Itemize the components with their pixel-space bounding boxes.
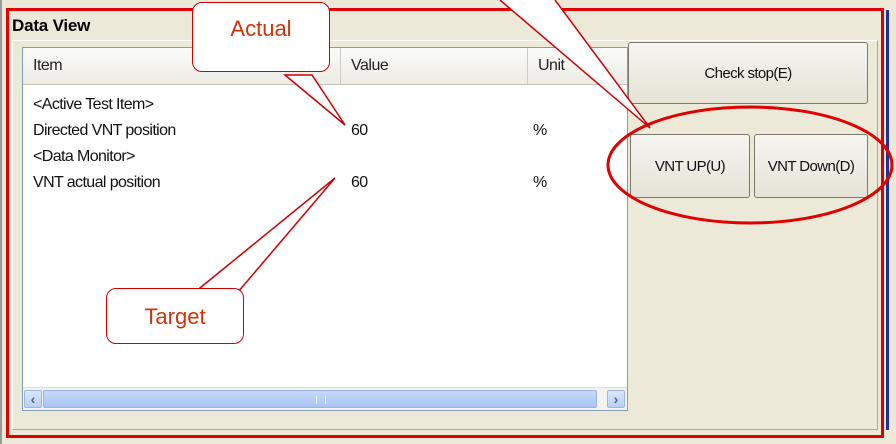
list-row[interactable]: <Data Monitor> (23, 144, 627, 170)
grip-icon (316, 396, 326, 404)
row-item: VNT actual position (33, 174, 161, 191)
scroll-thumb[interactable] (43, 390, 597, 408)
scroll-left-arrow-icon[interactable]: ‹ (24, 390, 42, 408)
list-row[interactable]: Directed VNT position 60 % (23, 118, 627, 144)
vnt-up-button[interactable]: VNT UP(U) (630, 134, 750, 198)
row-item: <Active Test Item> (33, 96, 154, 113)
list-row[interactable]: <Active Test Item> (23, 92, 627, 118)
row-unit: % (533, 174, 547, 191)
scroll-right-arrow-icon[interactable]: › (607, 390, 625, 408)
column-header-unit[interactable]: Unit (528, 48, 628, 84)
vnt-down-button[interactable]: VNT Down(D) (754, 134, 868, 198)
horizontal-scrollbar[interactable]: ‹ › (23, 387, 627, 410)
row-unit: % (533, 122, 547, 139)
list-row[interactable]: VNT actual position 60 % (23, 170, 627, 196)
row-value: 60 (351, 174, 368, 191)
panel-title: Data View (12, 16, 91, 35)
row-item: <Data Monitor> (33, 148, 135, 165)
row-item: Directed VNT position (33, 122, 176, 139)
check-stop-button[interactable]: Check stop(E) (628, 42, 868, 104)
window-edge (886, 10, 889, 430)
row-value: 60 (351, 122, 368, 139)
column-header-value[interactable]: Value (341, 48, 528, 84)
callout-target: Target (106, 288, 244, 344)
data-list[interactable]: Item Value Unit <Active Test Item> Direc… (22, 47, 628, 411)
callout-actual: Actual (192, 2, 330, 72)
